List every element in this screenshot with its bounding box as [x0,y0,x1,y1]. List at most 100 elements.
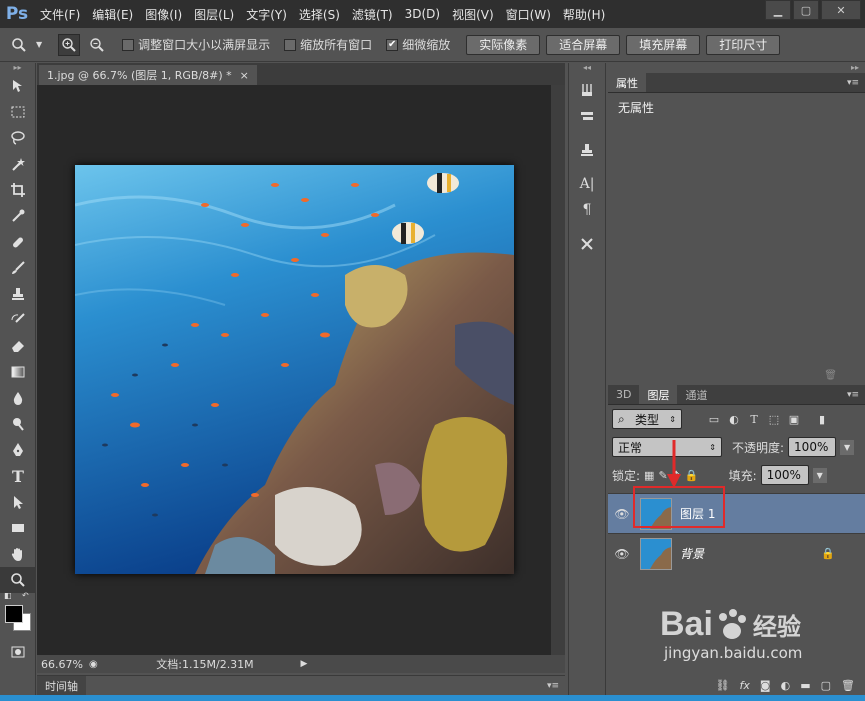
menu-help[interactable]: 帮助(H) [557,6,611,23]
brush-tool-icon[interactable] [0,255,36,281]
zoom-tool-icon[interactable] [0,567,36,593]
blur-tool-icon[interactable] [0,385,36,411]
filter-toggle-icon[interactable]: ▮ [814,411,830,427]
status-menu-arrow-icon[interactable]: ▶ [297,659,311,669]
filter-adjustment-icon[interactable]: ◐ [726,411,742,427]
right-panels: ▸▸ 属性 ▾≡ 无属性 🗑 3D 图层 通道 ▾≡ ⌕ 类型 ⇕ ▭ ◐ T … [608,63,865,695]
fill-screen-button[interactable]: 填充屏幕 [626,34,701,55]
tab-layers[interactable]: 图层 [639,385,678,404]
marquee-tool-icon[interactable] [0,99,36,125]
eraser-tool-icon[interactable] [0,333,36,359]
filter-smart-object-icon[interactable]: ▣ [786,411,802,427]
filter-pixel-icon[interactable]: ▭ [706,411,722,427]
healing-brush-tool-icon[interactable] [0,229,36,255]
tool-presets-panel-icon[interactable] [569,231,605,257]
blend-opacity-row: 正常 ⇕ 不透明度: 100% ▼ [608,433,865,461]
photoshop-window: Ps 文件(F) 编辑(E) 图像(I) 图层(L) 文字(Y) 选择(S) 滤… [0,0,865,701]
menu-type[interactable]: 文字(Y) [240,6,293,23]
resize-windows-label: 调整窗口大小以满屏显示 [138,38,271,52]
lock-transparent-icon[interactable]: ▦ [644,469,654,482]
gradient-tool-icon[interactable] [0,359,36,385]
brush-presets-panel-icon[interactable] [569,103,605,129]
menu-3d[interactable]: 3D(D) [399,7,446,21]
actual-pixels-button[interactable]: 实际像素 [466,34,541,55]
panel-collapse-icon[interactable]: ▸▸ [0,63,35,73]
document-tab[interactable]: 1.jpg @ 66.7% (图层 1, RGB/8#) * × [39,65,257,85]
fill-input[interactable]: 100% [760,465,809,485]
scrubby-zoom-checkbox[interactable]: ✔ 细微缩放 [386,36,450,53]
layers-menu-icon[interactable]: ▾≡ [847,390,859,400]
dodge-tool-icon[interactable] [0,411,36,437]
minimize-button[interactable]: ▁ [765,0,791,20]
layer-filter-select[interactable]: ⌕ 类型 ⇕ [612,409,682,429]
paragraph-panel-icon[interactable]: ¶ [569,197,605,223]
zoom-out-icon[interactable] [86,34,108,56]
hand-tool-icon[interactable] [0,541,36,567]
menu-filter[interactable]: 滤镜(T) [346,6,399,23]
visibility-eye-icon[interactable]: 👁 [608,507,636,521]
quick-mask-icon[interactable] [0,639,36,665]
history-panel-icon[interactable] [569,77,605,103]
properties-menu-icon[interactable]: ▾≡ [847,78,859,88]
magic-wand-tool-icon[interactable] [0,151,36,177]
menu-edit[interactable]: 编辑(E) [86,6,139,23]
clone-stamp-tool-icon[interactable] [0,281,36,307]
preset-dropdown-icon[interactable]: ▼ [36,40,42,49]
menu-file[interactable]: 文件(F) [34,6,86,23]
pen-tool-icon[interactable] [0,437,36,463]
filter-shape-icon[interactable]: ⬚ [766,411,782,427]
checkbox-box[interactable] [122,38,135,51]
visibility-eye-icon[interactable]: 👁 [608,547,636,561]
spin-arrows-icon: ⇕ [669,414,676,424]
timeline-menu-icon[interactable]: ▾≡ [547,681,559,691]
maximize-button[interactable]: ▢ [793,0,819,20]
fill-dropdown-icon[interactable]: ▼ [812,467,827,483]
strip-collapse-icon[interactable]: ◂◂ [569,63,605,77]
annotation-highlight-box [633,486,725,528]
filter-type-icon[interactable]: T [746,411,762,427]
tab-channels[interactable]: 通道 [677,385,715,404]
checkbox-box[interactable] [284,38,297,51]
timeline-tab[interactable]: 时间轴 [37,675,86,696]
zoom-all-windows-checkbox[interactable]: 缩放所有窗口 [284,36,372,53]
crop-tool-icon[interactable] [0,177,36,203]
zoom-level[interactable]: 66.67% [37,658,89,671]
layer-name[interactable]: 背景 [680,545,704,562]
menu-view[interactable]: 视图(V) [446,6,500,23]
menu-image[interactable]: 图像(I) [139,6,188,23]
layer-row-background[interactable]: 👁 背景 🔒 [608,533,865,573]
panels-collapse-bar[interactable]: ▸▸ [608,63,865,73]
resize-windows-checkbox[interactable]: 调整窗口大小以满屏显示 [122,36,270,53]
foreground-color-swatch[interactable] [5,605,23,623]
lasso-tool-icon[interactable] [0,125,36,151]
path-selection-tool-icon[interactable] [0,489,36,515]
print-size-button[interactable]: 打印尺寸 [706,34,781,55]
close-document-icon[interactable]: × [240,69,249,82]
close-button[interactable]: ✕ [821,0,861,20]
tab-3d[interactable]: 3D [608,385,639,404]
lock-all-icon[interactable]: 🔒 [685,469,699,482]
character-panel-icon[interactable]: A| [569,171,605,197]
canvas-image-underwater-reef[interactable] [75,165,514,574]
status-icon[interactable]: ◉ [89,659,105,670]
menu-layer[interactable]: 图层(L) [188,6,240,23]
zoom-in-icon[interactable] [58,33,81,56]
properties-trash-icon[interactable]: 🗑 [824,370,837,381]
opacity-input[interactable]: 100% [788,437,837,457]
checkbox-box-checked[interactable]: ✔ [386,38,399,51]
zoom-tool-preset-icon[interactable] [8,34,30,56]
move-tool-icon[interactable] [0,73,36,99]
history-brush-tool-icon[interactable] [0,307,36,333]
rectangle-tool-icon[interactable] [0,515,36,541]
opacity-dropdown-icon[interactable]: ▼ [840,439,855,455]
menu-select[interactable]: 选择(S) [293,6,346,23]
eyedropper-tool-icon[interactable] [0,203,36,229]
fit-screen-button[interactable]: 适合屏幕 [546,34,621,55]
vertical-scrollbar[interactable] [551,85,565,655]
tab-properties[interactable]: 属性 [608,73,646,92]
no-properties-text: 无属性 [618,101,655,115]
menu-window[interactable]: 窗口(W) [500,6,557,23]
clone-source-panel-icon[interactable] [569,137,605,163]
options-bar: ▼ 调整窗口大小以满屏显示 缩放所有窗口 ✔ 细微缩放 实际像素 适合屏幕 填充… [0,28,865,62]
type-tool-icon[interactable]: T [0,463,36,489]
